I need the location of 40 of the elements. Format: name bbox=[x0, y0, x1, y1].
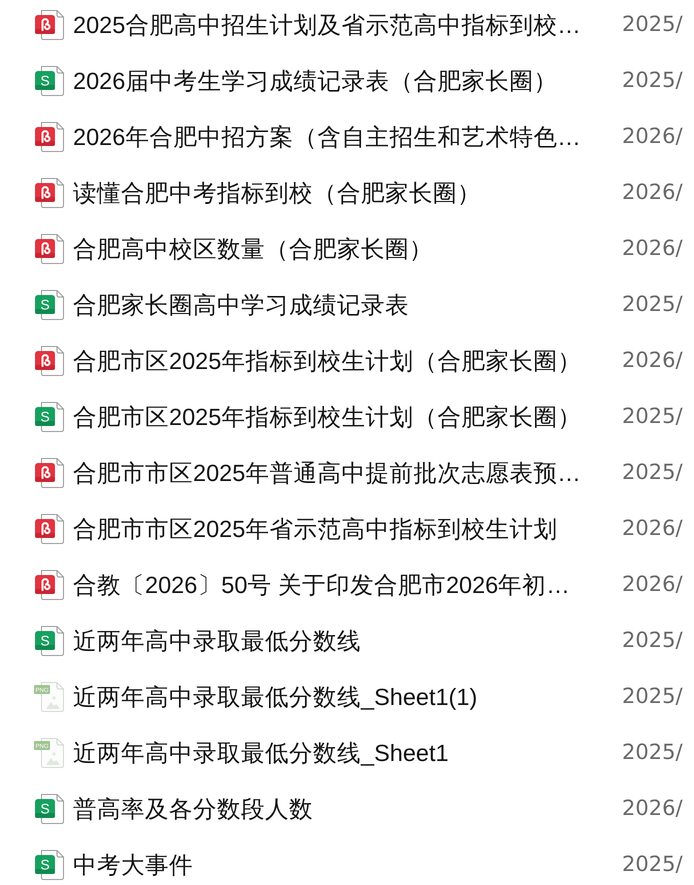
file-name[interactable]: 合肥市市区2025年省示范高中指标到校生计划 bbox=[73, 514, 613, 544]
file-name[interactable]: 中考大事件 bbox=[73, 850, 613, 880]
pdf-file-icon bbox=[34, 122, 64, 152]
file-date: 2025/ bbox=[622, 12, 684, 38]
file-name[interactable]: 合肥家长圈高中学习成绩记录表 bbox=[73, 290, 613, 320]
file-name[interactable]: 合教〔2026〕50号 关于印发合肥市2026年初… bbox=[73, 570, 613, 600]
file-name[interactable]: 2025合肥高中招生计划及省示范高中指标到校… bbox=[73, 10, 613, 40]
file-date: 2026/ bbox=[622, 348, 684, 374]
file-date: 2025/ bbox=[622, 740, 684, 766]
file-date: 2025/ bbox=[622, 684, 684, 710]
file-date: 2026/ bbox=[622, 180, 684, 206]
file-name[interactable]: 合肥高中校区数量（合肥家长圈） bbox=[73, 234, 613, 264]
file-date: 2025/ bbox=[622, 852, 684, 878]
pdf-file-icon bbox=[34, 346, 64, 376]
file-name[interactable]: 2026年合肥中招方案（含自主招生和艺术特色… bbox=[73, 122, 613, 152]
file-name[interactable]: 近两年高中录取最低分数线_Sheet1 bbox=[73, 738, 613, 768]
file-date: 2025/ bbox=[622, 628, 684, 654]
file-date: 2026/ bbox=[622, 572, 684, 598]
file-name[interactable]: 普高率及各分数段人数 bbox=[73, 794, 613, 824]
pdf-file-icon bbox=[34, 234, 64, 264]
file-date: 2025/ bbox=[622, 460, 684, 486]
pdf-file-icon bbox=[34, 570, 64, 600]
file-name[interactable]: 近两年高中录取最低分数线 bbox=[73, 626, 613, 656]
file-date: 2025/ bbox=[622, 292, 684, 318]
file-date: 2025/ bbox=[622, 68, 684, 94]
file-date: 2026/ bbox=[622, 124, 684, 150]
pdf-file-icon bbox=[34, 178, 64, 208]
file-date: 2026/ bbox=[622, 796, 684, 822]
file-name[interactable]: 合肥市市区2025年普通高中提前批次志愿表预… bbox=[73, 458, 613, 488]
pdf-file-icon bbox=[34, 10, 64, 40]
file-name[interactable]: 2026届中考生学习成绩记录表（合肥家长圈） bbox=[73, 66, 613, 96]
pdf-file-icon bbox=[34, 458, 64, 488]
file-name[interactable]: 合肥市区2025年指标到校生计划（合肥家长圈） bbox=[73, 402, 613, 432]
file-name[interactable]: 合肥市区2025年指标到校生计划（合肥家长圈） bbox=[73, 346, 613, 376]
file-date: 2026/ bbox=[622, 236, 684, 262]
file-date: 2026/ bbox=[622, 516, 684, 542]
file-date: 2025/ bbox=[622, 404, 684, 430]
file-name[interactable]: 读懂合肥中考指标到校（合肥家长圈） bbox=[73, 178, 613, 208]
pdf-file-icon bbox=[34, 514, 64, 544]
file-name[interactable]: 近两年高中录取最低分数线_Sheet1(1) bbox=[73, 682, 613, 712]
